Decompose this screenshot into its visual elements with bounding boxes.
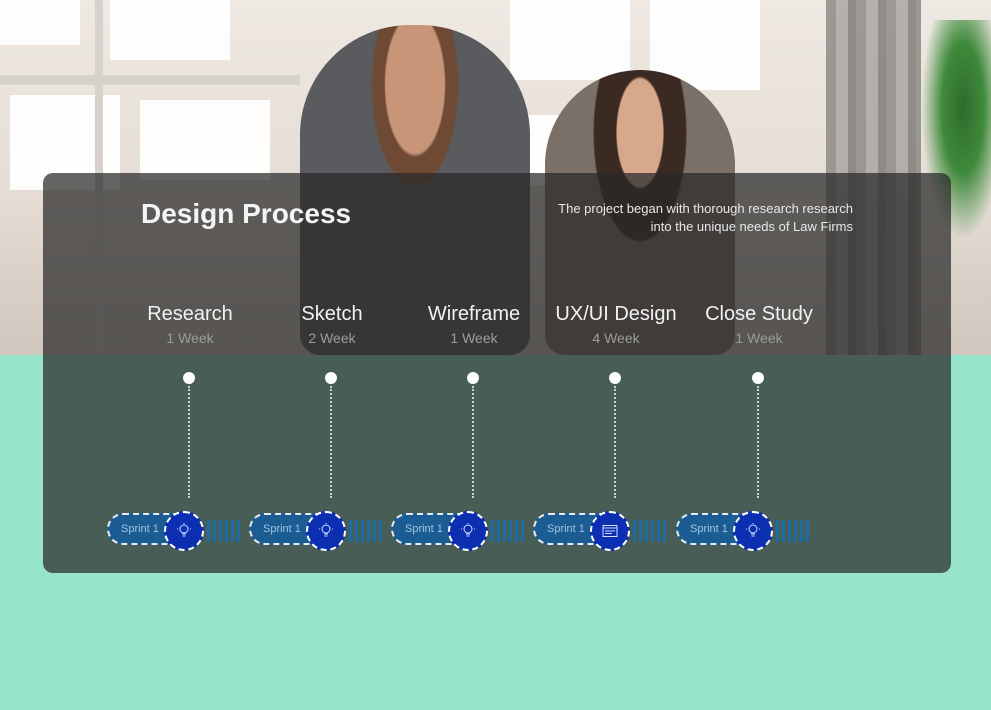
stage-name: Research: [147, 303, 233, 325]
sprint-label: Sprint 1: [547, 523, 585, 535]
timeline-connector: [188, 386, 190, 498]
window-frame: [0, 75, 300, 85]
progress-stripes: [491, 520, 525, 542]
timeline-dot: [609, 372, 621, 384]
window: [0, 0, 80, 45]
progress-stripes: [207, 520, 241, 542]
timeline-connector: [330, 386, 332, 498]
process-description: The project began with thorough research…: [558, 201, 853, 234]
stage-ux-ui-design: UX/UI Design 4 Week Sprint 1: [533, 300, 691, 560]
sprint-label: Sprint 1: [121, 523, 159, 535]
window: [140, 100, 270, 180]
browser-window-icon[interactable]: [590, 511, 630, 551]
sprint-label: Sprint 1: [405, 523, 443, 535]
lightbulb-icon[interactable]: [733, 511, 773, 551]
timeline-dot: [183, 372, 195, 384]
stage-name: Close Study: [705, 303, 813, 325]
stage-duration: 2 Week: [308, 330, 356, 346]
timeline-connector: [472, 386, 474, 498]
progress-stripes: [349, 520, 383, 542]
stage-name: Sketch: [301, 303, 363, 325]
stage-duration: 1 Week: [735, 330, 783, 346]
timeline-connector: [757, 386, 759, 498]
stage-sketch: Sketch 2 Week Sprint 1: [249, 300, 407, 560]
stage-research: Research 1 Week Sprint 1: [107, 300, 265, 560]
timeline-dot: [325, 372, 337, 384]
sprint-label: Sprint 1: [690, 523, 728, 535]
stage-duration: 1 Week: [166, 330, 214, 346]
window: [510, 0, 630, 80]
timeline-dot: [467, 372, 479, 384]
stage-duration: 1 Week: [450, 330, 498, 346]
stage-name: Wireframe: [427, 303, 521, 325]
stage-wireframe: Wireframe 1 Week Sprint 1: [391, 300, 549, 560]
stage-duration: 4 Week: [592, 330, 640, 346]
stage-close-study: Close Study 1 Week Sprint 1: [676, 300, 834, 560]
lightbulb-icon[interactable]: [306, 511, 346, 551]
window: [110, 0, 230, 60]
stage-name: UX/UI Design: [555, 303, 677, 325]
progress-stripes: [776, 520, 810, 542]
progress-stripes: [633, 520, 667, 542]
timeline-dot: [752, 372, 764, 384]
lightbulb-icon[interactable]: [448, 511, 488, 551]
timeline-connector: [614, 386, 616, 498]
sprint-label: Sprint 1: [263, 523, 301, 535]
page-title: Design Process: [141, 198, 352, 229]
lightbulb-icon[interactable]: [164, 511, 204, 551]
